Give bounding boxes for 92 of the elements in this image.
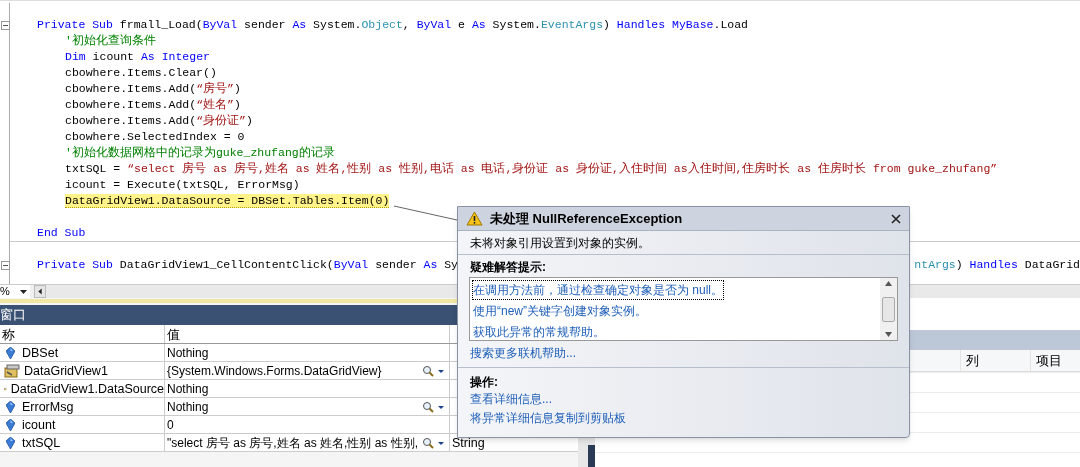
column-header[interactable]: 值 — [165, 325, 450, 343]
code-token: cbowhere.SelectedIndex = 0 — [65, 130, 245, 143]
watch-value: Nothing — [167, 344, 209, 361]
code-token: Private Sub — [37, 258, 114, 271]
code-token: , — [402, 18, 411, 31]
variable-icon — [6, 418, 15, 431]
variable-icon — [6, 346, 15, 359]
watch-value: Nothing — [167, 398, 209, 415]
watch-type: String — [452, 436, 485, 450]
code-token: ByVal — [416, 18, 453, 31]
code-token: DataGridView1_CellContentClick( — [119, 258, 334, 271]
watch-name: icount — [22, 416, 56, 433]
code-token: As — [292, 18, 308, 31]
code-token: cbowhere.Items.Add( — [65, 82, 197, 95]
warning-icon — [466, 211, 483, 226]
scroll-left-icon[interactable] — [34, 285, 46, 298]
tip-link[interactable]: 获取此异常的常规帮助。 — [473, 322, 605, 341]
watch-value: {System.Windows.Forms.DataGridView} — [167, 362, 382, 379]
tips-heading: 疑难解答提示: — [469, 259, 547, 275]
code-token: Sy — [444, 258, 459, 271]
collapse-icon[interactable] — [1, 261, 10, 270]
code-token: EventArgs — [540, 18, 604, 31]
code-token: ) — [233, 98, 241, 111]
code-token: As — [423, 258, 439, 271]
variable-icon — [6, 400, 15, 413]
watch-name: DataGridView1 — [24, 362, 108, 379]
code-token: .Load — [713, 18, 748, 31]
code-token: Dim — [65, 50, 87, 63]
code-token: End Sub — [37, 226, 86, 239]
zoom-dropdown[interactable]: % — [0, 285, 30, 298]
code-token: System. — [492, 18, 541, 31]
visualizer-dropdown-icon[interactable] — [421, 400, 447, 413]
code-token: ByVal — [333, 258, 370, 271]
code-token: As — [471, 18, 487, 31]
code-token: sender — [244, 18, 287, 31]
code-token: Object — [361, 18, 403, 31]
code-token: ) — [603, 18, 611, 31]
tip-link[interactable]: 在调用方法前，通过检查确定对象是否为 null。 — [473, 280, 723, 299]
code-token: cbowhere.Items.Clear() — [65, 66, 217, 79]
vertical-scrollbar[interactable] — [880, 278, 897, 340]
code-token: “姓名” — [196, 98, 234, 111]
code-token: ) — [245, 114, 253, 127]
watch-name: DBSet — [22, 344, 59, 361]
code-token: ntArgs — [914, 258, 956, 271]
actions-heading: 操作: — [469, 374, 499, 390]
code-token: e — [458, 18, 466, 31]
dropdown-caret-icon[interactable] — [20, 289, 27, 294]
code-token: Handles — [969, 258, 1019, 271]
column-header[interactable]: 项目 — [1030, 350, 1080, 371]
code-token: '初始化查询条件 — [65, 34, 156, 47]
action-link[interactable]: 查看详细信息... — [470, 392, 552, 406]
watch-value: 0 — [167, 416, 174, 433]
code-token: ) — [955, 258, 964, 271]
code-token: “身份证” — [196, 114, 246, 127]
column-header[interactable]: 列 — [960, 350, 1030, 371]
watch-name: ErrorMsg — [22, 398, 74, 415]
code-token: Handles MyBase — [616, 18, 714, 31]
code-token: '初始化数据网格中的记录为guke_zhufang的记录 — [65, 146, 335, 159]
current-statement: DataGridView1.DataSource = DBSet.Tables.Item(0) — [65, 194, 390, 208]
watch-value: Nothing — [167, 380, 209, 397]
code-token: As Integer — [140, 50, 210, 63]
code-token: “房号” — [196, 82, 234, 95]
code-token: sender — [375, 258, 418, 271]
code-token: cbowhere.Items.Add( — [65, 114, 197, 127]
code-token: icount = Execute(txtSQL, ErrorMsg) — [65, 178, 300, 191]
exception-title: 未处理 NullReferenceException — [490, 209, 684, 228]
close-icon[interactable] — [891, 213, 901, 224]
watch-value: "select 房号 as 房号,姓名 as 姓名,性别 as 性别, — [167, 434, 418, 451]
code-token: icount — [92, 50, 136, 63]
visualizer-dropdown-icon[interactable] — [421, 364, 447, 377]
tips-list[interactable]: 在调用方法前，通过检查确定对象是否为 null。 使用“new”关键字创建对象实例。 获取此异常的常规帮助。 — [469, 277, 898, 341]
action-link[interactable]: 将异常详细信息复制到剪贴板 — [470, 411, 626, 425]
scroll-down-icon[interactable] — [885, 332, 892, 337]
watch-name: DataGridView1.DataSource — [10, 380, 164, 397]
code-token: System. — [313, 18, 362, 31]
leader-line — [393, 204, 457, 222]
code-token: frmall_Load( — [119, 18, 203, 31]
code-token: txtSQL = — [65, 162, 122, 175]
code-token: ByVal — [202, 18, 239, 31]
code-token: Private Sub — [37, 18, 114, 31]
collapse-icon[interactable] — [1, 21, 10, 30]
code-token: ) — [233, 82, 241, 95]
code-token: cbowhere.Items.Add( — [65, 98, 197, 111]
variable-icon — [6, 436, 15, 449]
watch-name: txtSQL — [22, 434, 61, 451]
code-token: “select 房号 as 房号,姓名 as 姓名,性别 as 性别,电话 as 电话,身份证 as 身份证,入住时间 as入住时间,住房时长 as 住房时长 from guke_zhufang” — [127, 162, 998, 175]
search-help-link[interactable]: 搜索更多联机帮助... — [470, 346, 576, 360]
code-token: DataGrid — [1024, 258, 1080, 271]
column-header[interactable]: 称 — [0, 325, 165, 343]
exception-message: 未将对象引用设置到对象的实例。 — [458, 231, 909, 255]
code-editor[interactable] — [0, 0, 1080, 284]
visualizer-dropdown-icon[interactable] — [421, 436, 447, 449]
